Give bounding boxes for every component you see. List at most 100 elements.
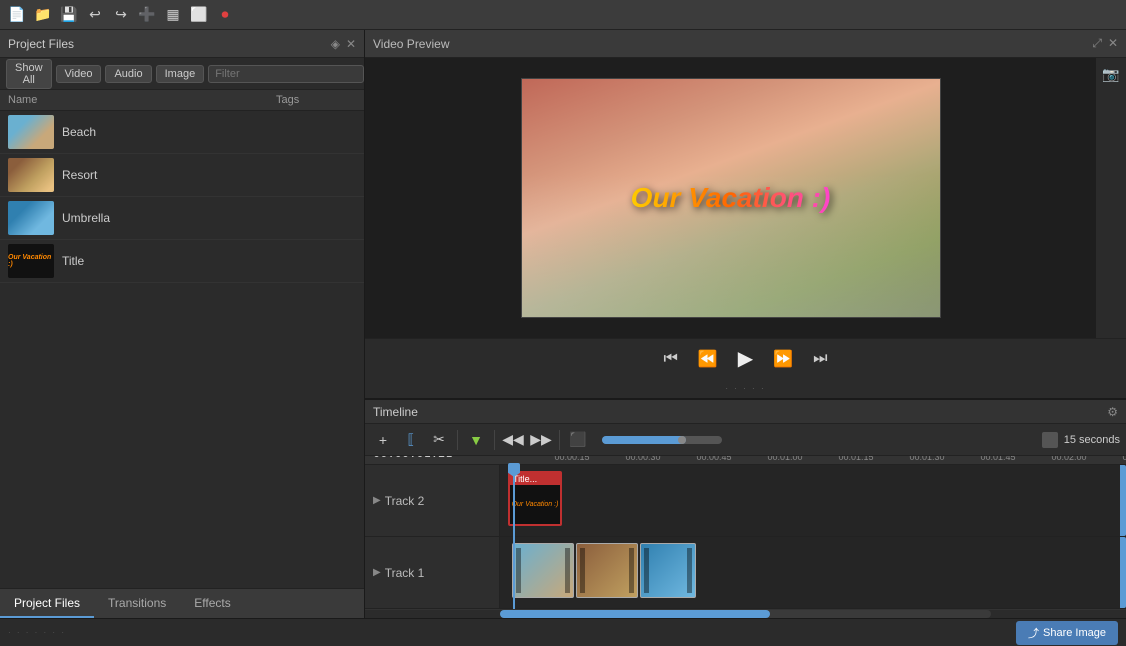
record-button[interactable]: ⏺ bbox=[214, 4, 236, 26]
video-content: Our Vacation :) bbox=[522, 79, 940, 317]
tracks-container: ▶ Track 2 Title... Our Vacation :) bbox=[365, 465, 1126, 609]
playhead[interactable] bbox=[513, 465, 515, 609]
track1-collapse-icon[interactable]: ▶ bbox=[373, 567, 381, 578]
snap-button[interactable]: ⟦ bbox=[399, 428, 423, 452]
close-icon[interactable]: ✕ bbox=[346, 37, 356, 51]
step-back-button[interactable]: ⏪ bbox=[694, 347, 722, 371]
timeline-settings-icon[interactable]: ⚙ bbox=[1107, 405, 1118, 419]
preview-close-icon[interactable]: ✕ bbox=[1108, 36, 1118, 51]
dropdown-button[interactable]: ▼ bbox=[464, 428, 488, 452]
ruler-mark-6: 00:01:45 bbox=[980, 456, 1015, 462]
preview-header: Video Preview ⤢ ✕ bbox=[365, 30, 1126, 58]
scroll-thumb bbox=[500, 610, 770, 618]
file-list-header: Name Tags bbox=[0, 90, 364, 111]
play-button[interactable]: ▶ bbox=[734, 344, 757, 373]
right-top: Our Vacation :) 📷 bbox=[365, 58, 1126, 338]
next-marker-button[interactable]: ▶▶ bbox=[529, 428, 553, 452]
prev-marker-button[interactable]: ◀◀ bbox=[501, 428, 525, 452]
transition-button[interactable]: ▦ bbox=[162, 4, 184, 26]
video-frame: Our Vacation :) bbox=[521, 78, 941, 318]
right-panel: Video Preview ⤢ ✕ Our Vacation :) 📷 ⏮ ⏪ … bbox=[365, 30, 1126, 618]
video-overlay-text: Our Vacation :) bbox=[631, 182, 831, 214]
timeline-scrollbar bbox=[365, 609, 1126, 618]
bottom-tabs: Project Files Transitions Effects bbox=[0, 588, 364, 618]
share-button-label: Share Image bbox=[1043, 627, 1106, 639]
toolbar-separator-2 bbox=[494, 430, 495, 450]
zoom-bar[interactable] bbox=[602, 436, 722, 444]
track2-collapse-icon[interactable]: ▶ bbox=[373, 495, 381, 506]
file-name-resort: Resort bbox=[62, 168, 97, 182]
zoom-handle bbox=[678, 436, 686, 444]
filter-bar: Show All Video Audio Image ✕ bbox=[0, 58, 364, 90]
effects-button[interactable]: ⬜ bbox=[188, 4, 210, 26]
new-file-button[interactable]: 📄 bbox=[6, 4, 28, 26]
bottom-drag-dots: · · · · · · · bbox=[8, 628, 66, 637]
list-item[interactable]: Umbrella bbox=[0, 197, 364, 240]
list-item[interactable]: Beach bbox=[0, 111, 364, 154]
step-forward-button[interactable]: ⏩ bbox=[769, 347, 797, 371]
scroll-track[interactable] bbox=[500, 610, 991, 618]
resort-clip[interactable] bbox=[576, 543, 638, 598]
camera-icon[interactable]: 📷 bbox=[1102, 66, 1119, 83]
track-row-track2: ▶ Track 2 Title... Our Vacation :) bbox=[365, 465, 1126, 537]
ruler-mark-8: 00:02:15 bbox=[1122, 456, 1126, 462]
open-button[interactable]: 📁 bbox=[32, 4, 54, 26]
umbrella-clip[interactable] bbox=[640, 543, 696, 598]
rewind-to-start-button[interactable]: ⏮ bbox=[659, 348, 681, 370]
ruler-mark-5: 00:01:30 bbox=[909, 456, 944, 462]
add-button[interactable]: ➕ bbox=[136, 4, 158, 26]
video-filter-button[interactable]: Video bbox=[56, 65, 102, 83]
list-item[interactable]: Our Vacation :) Title bbox=[0, 240, 364, 283]
ruler-mark-7: 00:02:00 bbox=[1051, 456, 1086, 462]
tab-effects[interactable]: Effects bbox=[180, 590, 244, 618]
share-image-button[interactable]: ⤴ Share Image bbox=[1016, 621, 1118, 645]
top-toolbar: 📄 📁 💾 ↩ ↪ ➕ ▦ ⬜ ⏺ bbox=[0, 0, 1126, 30]
timeline-header: Timeline ⚙ bbox=[365, 400, 1126, 424]
preview-controls: ⏮ ⏪ ▶ ⏩ ⏭ bbox=[365, 338, 1126, 378]
file-list: Beach Resort Umbrella Our Vacation :) Ti… bbox=[0, 111, 364, 588]
ruler-mark-1: 00:00:30 bbox=[625, 456, 660, 462]
column-tags: Tags bbox=[276, 94, 356, 106]
scroll-right-indicator-track2 bbox=[1120, 465, 1126, 536]
project-files-title: Project Files bbox=[8, 37, 74, 51]
beach-filmstrip bbox=[513, 544, 573, 597]
timeline-toolbar: + ⟦ ✂ ▼ ◀◀ ▶▶ ⬛ 15 seconds bbox=[365, 424, 1126, 456]
tab-project-files[interactable]: Project Files bbox=[0, 590, 94, 618]
audio-filter-button[interactable]: Audio bbox=[105, 65, 151, 83]
track1-content bbox=[500, 537, 1126, 608]
track1-name: Track 1 bbox=[385, 566, 425, 580]
file-thumbnail-title: Our Vacation :) bbox=[8, 244, 54, 278]
ruler-mark-2: 00:00:45 bbox=[696, 456, 731, 462]
beach-clip[interactable] bbox=[512, 543, 574, 598]
redo-button[interactable]: ↪ bbox=[110, 4, 132, 26]
timeline-ruler: 00:00:01:21 00:00:15 00:00:30 00:00:45 0… bbox=[365, 456, 1126, 465]
show-all-button[interactable]: Show All bbox=[6, 59, 52, 89]
add-clip-button[interactable]: + bbox=[371, 428, 395, 452]
preview-right-icons: 📷 bbox=[1096, 58, 1126, 338]
image-filter-button[interactable]: Image bbox=[156, 65, 205, 83]
title-clip[interactable]: Title... Our Vacation :) bbox=[508, 471, 562, 526]
toolbar-separator bbox=[457, 430, 458, 450]
column-name: Name bbox=[8, 94, 276, 106]
share-icon: ⤴ bbox=[1028, 625, 1039, 641]
skip-to-end-button[interactable]: ⏭ bbox=[809, 348, 831, 370]
list-item[interactable]: Resort bbox=[0, 154, 364, 197]
timeline-area: Timeline ⚙ + ⟦ ✂ ▼ ◀◀ ▶▶ ⬛ bbox=[365, 398, 1126, 618]
ruler-mark-0: 00:00:15 bbox=[554, 456, 589, 462]
cut-button[interactable]: ✂ bbox=[427, 428, 451, 452]
tab-transitions[interactable]: Transitions bbox=[94, 590, 180, 618]
auto-button[interactable]: ⬛ bbox=[566, 428, 590, 452]
filter-input[interactable] bbox=[208, 65, 364, 83]
umbrella-filmstrip bbox=[641, 544, 695, 597]
main-area: Project Files ◈ ✕ Show All Video Audio I… bbox=[0, 30, 1126, 618]
file-name-umbrella: Umbrella bbox=[62, 211, 110, 225]
pin-icon[interactable]: ◈ bbox=[331, 37, 340, 51]
track2-name: Track 2 bbox=[385, 494, 425, 508]
undo-button[interactable]: ↩ bbox=[84, 4, 106, 26]
expand-icon[interactable]: ⤢ bbox=[1092, 36, 1102, 51]
ruler-mark-3: 00:01:00 bbox=[767, 456, 802, 462]
preview-bottom: · · · · · bbox=[365, 378, 1126, 398]
file-thumbnail-resort bbox=[8, 158, 54, 192]
save-button[interactable]: 💾 bbox=[58, 4, 80, 26]
left-panel: Project Files ◈ ✕ Show All Video Audio I… bbox=[0, 30, 365, 618]
